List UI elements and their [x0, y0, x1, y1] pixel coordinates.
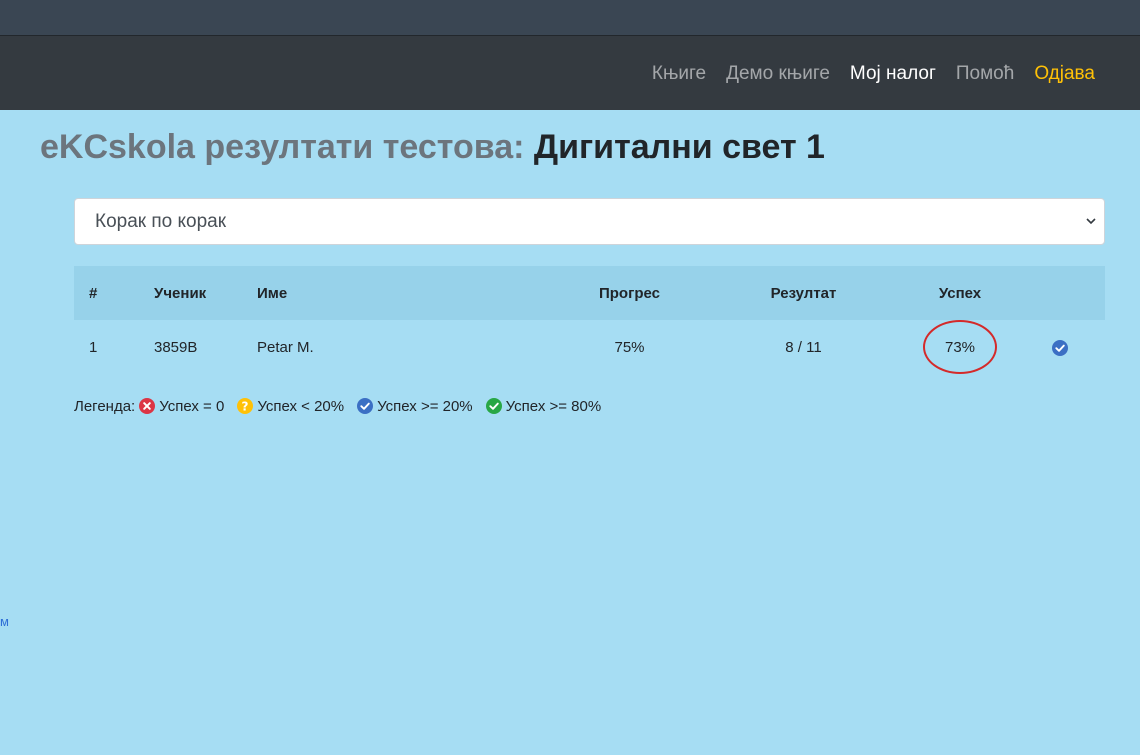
header-progress: Прогрес — [598, 284, 660, 302]
cell-status — [1015, 320, 1105, 374]
blue-check-circle-icon — [357, 398, 374, 414]
green-check-circle-icon — [485, 398, 502, 414]
header-name: Име — [257, 284, 288, 302]
legend-label: Легенда: — [74, 397, 136, 415]
legend: Легенда: Успех = 0 ? Успех < 20% Успех >… — [74, 396, 614, 416]
side-text-fragment: м — [0, 614, 9, 629]
cell-num: 1 — [89, 338, 98, 356]
browser-top-strip — [0, 0, 1140, 35]
lesson-select[interactable]: Корак по корак — [74, 198, 1105, 245]
header-success: Успех — [938, 284, 982, 302]
cell-result: 8 / 11 — [785, 338, 822, 356]
cell-success: 73% — [905, 320, 1015, 374]
svg-text:?: ? — [242, 399, 249, 413]
legend-item-under-20: ? Успех < 20% — [237, 398, 344, 415]
legend-text-zero: Успех = 0 — [159, 397, 225, 415]
header-result: Резултат — [770, 284, 837, 302]
lesson-select-value: Корак по корак — [95, 210, 227, 232]
page-title-prefix: eKCskola резултати тестова: — [40, 128, 525, 166]
annotation-circle — [923, 320, 997, 374]
cell-student: 3859B — [154, 338, 198, 356]
red-x-circle-icon — [139, 398, 156, 414]
legend-text-under-20: Успех < 20% — [257, 397, 345, 415]
header-student: Ученик — [154, 284, 207, 302]
yellow-question-circle-icon: ? — [237, 398, 254, 414]
legend-item-over-80: Успех >= 80% — [485, 397, 602, 415]
nav-link-logout[interactable]: Одјава — [1034, 63, 1095, 85]
success-value-wrap: 73% — [923, 320, 997, 374]
legend-item-zero: Успех = 0 — [139, 398, 224, 415]
table-row[interactable]: 1 3859B Petar M. 75% 8 / 11 73% — [74, 320, 1105, 374]
legend-text-over-20: Успех >= 20% — [377, 397, 473, 415]
results-table: # Ученик Име Прогрес Резултат Успех 1 38… — [74, 266, 1105, 374]
cell-name: Petar M. — [257, 338, 314, 356]
nav-link-demo-books[interactable]: Демо књиге — [726, 63, 830, 85]
legend-text-over-80: Успех >= 80% — [505, 397, 602, 415]
header-status — [1015, 266, 1105, 320]
blue-check-circle-icon — [1052, 339, 1068, 356]
nav-link-books[interactable]: Књиге — [652, 63, 706, 85]
page-title: eKCskola резултати тестова: Дигитални св… — [40, 128, 825, 167]
nav-link-help[interactable]: Помоћ — [956, 63, 1014, 85]
header-num: # — [89, 284, 98, 302]
cell-progress: 75% — [614, 338, 645, 356]
table-header-row: # Ученик Име Прогрес Резултат Успех — [74, 266, 1105, 320]
top-navbar: Књиге Демо књиге Мој налог Помоћ Одјава — [0, 35, 1140, 110]
nav-links: Књиге Демо књиге Мој налог Помоћ Одјава — [632, 36, 1095, 111]
chevron-down-icon — [1086, 218, 1096, 225]
page-title-book: Дигитални свет 1 — [533, 128, 825, 166]
nav-link-my-account[interactable]: Мој налог — [850, 63, 936, 85]
legend-item-over-20: Успех >= 20% — [357, 398, 473, 415]
